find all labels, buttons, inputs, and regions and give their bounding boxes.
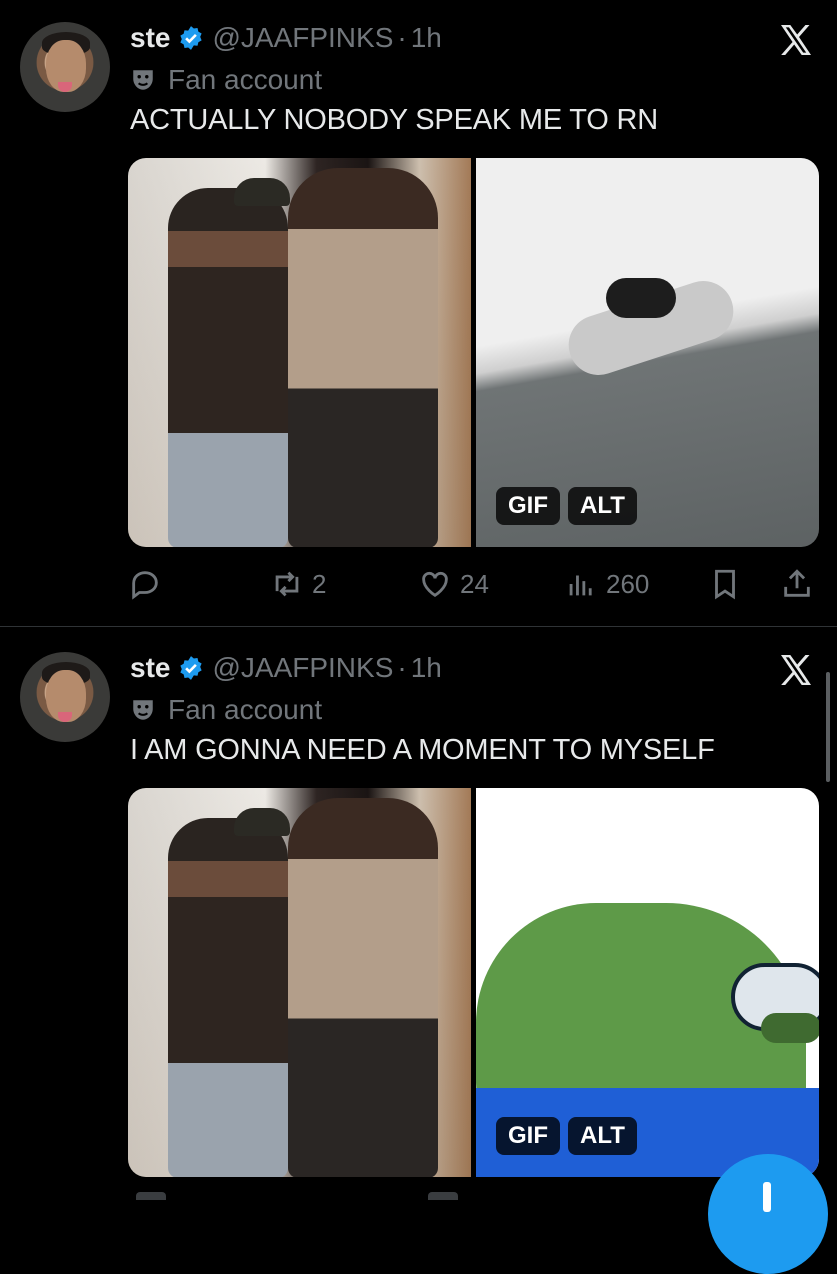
account-label: Fan account <box>130 60 322 100</box>
separator-dot: · <box>397 652 407 683</box>
compose-button[interactable] <box>708 1154 828 1274</box>
compose-plus-icon <box>763 1182 771 1212</box>
next-actions-peek <box>128 1192 728 1200</box>
bookmark-button[interactable] <box>708 562 742 606</box>
handle[interactable]: @JAAFPINKS <box>212 22 393 54</box>
avatar[interactable] <box>20 652 110 742</box>
tweet-header: ste @JAAFPINKS · 1h <box>130 648 442 688</box>
separator-dot: · <box>397 22 407 53</box>
retweet-count: 2 <box>312 568 327 599</box>
reply-icon <box>132 571 158 600</box>
account-label-text: Fan account <box>168 64 323 95</box>
reply-button[interactable] <box>128 562 162 606</box>
account-label-text: Fan account <box>168 694 323 725</box>
x-logo-icon[interactable] <box>778 652 814 688</box>
gif-badge: GIF <box>496 1117 560 1155</box>
handle[interactable]: @JAAFPINKS <box>212 652 393 684</box>
tweet-text: ACTUALLY NOBODY SPEAK ME TO RN <box>130 104 658 136</box>
display-name[interactable]: ste <box>130 652 170 684</box>
like-count: 24 <box>460 568 489 599</box>
photo-two-men[interactable] <box>128 788 471 1177</box>
retweet-icon <box>275 571 299 597</box>
views-button[interactable]: 260 <box>564 562 649 606</box>
tweet-text: I AM GONNA NEED A MOMENT TO MYSELF <box>130 734 715 766</box>
views-icon <box>569 575 592 596</box>
gif-badge: GIF <box>496 487 560 525</box>
verified-badge-icon <box>180 26 203 50</box>
account-label: Fan account <box>130 690 322 730</box>
tweet-actions: 2 24 260 <box>128 562 828 606</box>
tweet-divider <box>0 626 837 627</box>
x-logo-icon[interactable] <box>778 22 814 58</box>
scrollbar[interactable] <box>826 672 830 782</box>
timestamp[interactable]: 1h <box>411 652 442 684</box>
gif-frog[interactable]: GIF ALT <box>476 788 819 1177</box>
retweet-button[interactable]: 2 <box>270 562 326 606</box>
timestamp[interactable]: 1h <box>411 22 442 54</box>
gif-person-on-floor[interactable]: GIF ALT <box>476 158 819 547</box>
alt-badge[interactable]: ALT <box>568 1117 637 1155</box>
share-button[interactable] <box>780 562 814 606</box>
alt-badge[interactable]: ALT <box>568 487 637 525</box>
theater-mask-icon <box>133 70 153 90</box>
like-button[interactable]: 24 <box>418 562 489 606</box>
photo-two-men[interactable] <box>128 158 471 547</box>
theater-mask-icon <box>133 700 153 720</box>
like-icon <box>422 571 448 598</box>
tweet-media[interactable]: GIF ALT <box>128 788 819 1177</box>
views-count: 260 <box>606 568 650 599</box>
tweet-media[interactable]: GIF ALT <box>128 158 819 547</box>
display-name[interactable]: ste <box>130 22 170 54</box>
bookmark-icon <box>715 569 735 600</box>
tweet-header: ste @JAAFPINKS · 1h <box>130 18 442 58</box>
avatar[interactable] <box>20 22 110 112</box>
share-icon <box>784 569 810 597</box>
verified-badge-icon <box>180 656 203 680</box>
